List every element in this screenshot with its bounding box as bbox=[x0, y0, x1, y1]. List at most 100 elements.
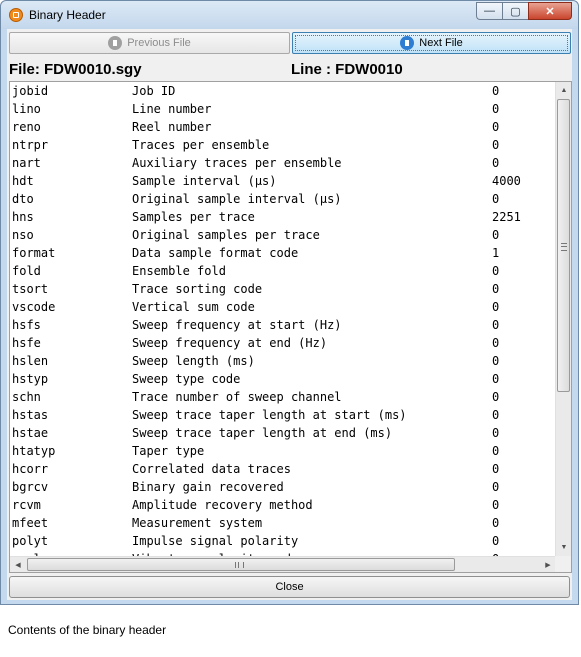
field-description: Amplitude recovery method bbox=[132, 498, 313, 512]
field-key: format bbox=[12, 246, 56, 260]
file-name-label: File: FDW0010.sgy bbox=[9, 61, 142, 78]
close-icon: ✕ bbox=[545, 5, 555, 18]
field-value: 0 bbox=[492, 192, 500, 206]
binary-header-window: Binary Header — ▢ ✕ Previous File Next F… bbox=[0, 0, 579, 605]
field-description: Vertical sum code bbox=[132, 300, 255, 314]
field-value: 0 bbox=[492, 84, 500, 98]
table-row[interactable]: fold Ensemble fold 0 bbox=[10, 262, 556, 280]
field-description: Sweep length (ms) bbox=[132, 354, 255, 368]
next-arrow-icon bbox=[400, 36, 415, 50]
horizontal-scroll-thumb[interactable] bbox=[27, 558, 455, 571]
field-description: Binary gain recovered bbox=[132, 480, 284, 494]
field-value: 0 bbox=[492, 534, 500, 548]
table-row[interactable]: lino Line number 0 bbox=[10, 100, 556, 118]
previous-file-label: Previous File bbox=[127, 37, 191, 49]
field-description: Trace number of sweep channel bbox=[132, 390, 342, 404]
table-row[interactable]: format Data sample format code 1 bbox=[10, 244, 556, 262]
maximize-icon: ▢ bbox=[510, 5, 521, 18]
vertical-scroll-thumb[interactable] bbox=[557, 99, 570, 392]
table-row[interactable]: tsort Trace sorting code 0 bbox=[10, 280, 556, 298]
field-description: Reel number bbox=[132, 120, 212, 134]
table-row[interactable]: hdt Sample interval (µs) 4000 bbox=[10, 172, 556, 190]
table-row[interactable]: polyt Impulse signal polarity 0 bbox=[10, 532, 556, 550]
scroll-up-arrow-icon[interactable]: ▲ bbox=[556, 82, 571, 99]
next-file-label: Next File bbox=[419, 37, 463, 49]
field-description: Original samples per trace bbox=[132, 228, 320, 242]
table-row[interactable]: ntrpr Traces per ensemble 0 bbox=[10, 136, 556, 154]
field-value: 0 bbox=[492, 462, 500, 476]
table-row[interactable]: jobid Job ID 0 bbox=[10, 82, 556, 100]
window-title: Binary Header bbox=[29, 8, 106, 22]
field-description: Sweep frequency at start (Hz) bbox=[132, 318, 342, 332]
field-value: 0 bbox=[492, 408, 500, 422]
field-value: 4000 bbox=[492, 174, 521, 188]
scroll-down-arrow-icon[interactable]: ▼ bbox=[556, 539, 571, 556]
field-key: hstas bbox=[12, 408, 49, 422]
table-row[interactable]: nart Auxiliary traces per ensemble 0 bbox=[10, 154, 556, 172]
table-row[interactable]: dto Original sample interval (µs) 0 bbox=[10, 190, 556, 208]
field-value: 0 bbox=[492, 138, 500, 152]
field-description: Sample interval (µs) bbox=[132, 174, 277, 188]
header-list[interactable]: jobid Job ID 0 lino Line number 0 reno Reel num… bbox=[9, 81, 572, 573]
grip-icon bbox=[235, 562, 244, 568]
table-row[interactable]: hstas Sweep trace taper length at start (… bbox=[10, 406, 556, 424]
table-row[interactable]: htatyp Taper type 0 bbox=[10, 442, 556, 460]
field-key: hslen bbox=[12, 354, 49, 368]
field-key: vscode bbox=[12, 300, 56, 314]
field-value: 0 bbox=[492, 390, 500, 404]
field-key: hns bbox=[12, 210, 34, 224]
previous-file-button[interactable]: Previous File bbox=[9, 32, 290, 54]
field-description: Sweep type code bbox=[132, 372, 241, 386]
minimize-button[interactable]: — bbox=[476, 2, 502, 20]
field-value: 0 bbox=[492, 102, 500, 116]
field-value: 0 bbox=[492, 264, 500, 278]
field-key: hdt bbox=[12, 174, 34, 188]
table-row[interactable]: hstyp Sweep type code 0 bbox=[10, 370, 556, 388]
close-button[interactable]: Close bbox=[9, 576, 570, 598]
table-row[interactable]: hsfe Sweep frequency at end (Hz) 0 bbox=[10, 334, 556, 352]
scroll-left-arrow-icon[interactable]: ◀ bbox=[10, 556, 26, 572]
field-description: Sweep frequency at end (Hz) bbox=[132, 336, 328, 350]
scroll-right-arrow-icon[interactable]: ▶ bbox=[540, 556, 556, 572]
field-value: 0 bbox=[492, 282, 500, 296]
table-row[interactable]: hslen Sweep length (ms) 0 bbox=[10, 352, 556, 370]
field-key: hcorr bbox=[12, 462, 49, 476]
minimize-icon: — bbox=[484, 5, 495, 17]
close-window-button[interactable]: ✕ bbox=[528, 2, 572, 20]
field-value: 0 bbox=[492, 120, 500, 134]
field-value: 2251 bbox=[492, 210, 521, 224]
field-description: Sweep trace taper length at start (ms) bbox=[132, 408, 407, 422]
next-file-button[interactable]: Next File bbox=[292, 32, 571, 54]
field-key: hsfs bbox=[12, 318, 41, 332]
title-bar[interactable]: Binary Header — ▢ ✕ bbox=[1, 1, 578, 29]
field-description: Line number bbox=[132, 102, 212, 116]
table-row[interactable]: reno Reel number 0 bbox=[10, 118, 556, 136]
field-value: 0 bbox=[492, 318, 500, 332]
table-row[interactable]: hns Samples per trace 2251 bbox=[10, 208, 556, 226]
dialog-content: Previous File Next File File: FDW0010.sg… bbox=[7, 29, 572, 600]
field-key: schn bbox=[12, 390, 41, 404]
field-key: bgrcv bbox=[12, 480, 49, 494]
figure-caption: Contents of the binary header bbox=[8, 623, 167, 637]
table-row[interactable]: mfeet Measurement system 0 bbox=[10, 514, 556, 532]
horizontal-scrollbar[interactable]: ◀ ▶ bbox=[10, 556, 556, 572]
table-row[interactable]: hsfs Sweep frequency at start (Hz) 0 bbox=[10, 316, 556, 334]
field-key: polyt bbox=[12, 534, 49, 548]
field-description: Trace sorting code bbox=[132, 282, 263, 296]
field-key: dto bbox=[12, 192, 34, 206]
table-row[interactable]: hstae Sweep trace taper length at end (ms… bbox=[10, 424, 556, 442]
table-row[interactable]: schn Trace number of sweep channel 0 bbox=[10, 388, 556, 406]
previous-arrow-icon bbox=[108, 36, 123, 50]
table-row[interactable]: nso Original samples per trace 0 bbox=[10, 226, 556, 244]
table-row[interactable]: rcvm Amplitude recovery method 0 bbox=[10, 496, 556, 514]
field-description: Samples per trace bbox=[132, 210, 255, 224]
field-description: Impulse signal polarity bbox=[132, 534, 299, 548]
grip-icon bbox=[561, 243, 567, 251]
table-row[interactable]: bgrcv Binary gain recovered 0 bbox=[10, 478, 556, 496]
field-key: rcvm bbox=[12, 498, 41, 512]
vertical-scrollbar[interactable]: ▲ ▼ bbox=[555, 82, 571, 556]
table-row[interactable]: hcorr Correlated data traces 0 bbox=[10, 460, 556, 478]
field-value: 0 bbox=[492, 498, 500, 512]
maximize-button[interactable]: ▢ bbox=[502, 2, 528, 20]
table-row[interactable]: vscode Vertical sum code 0 bbox=[10, 298, 556, 316]
